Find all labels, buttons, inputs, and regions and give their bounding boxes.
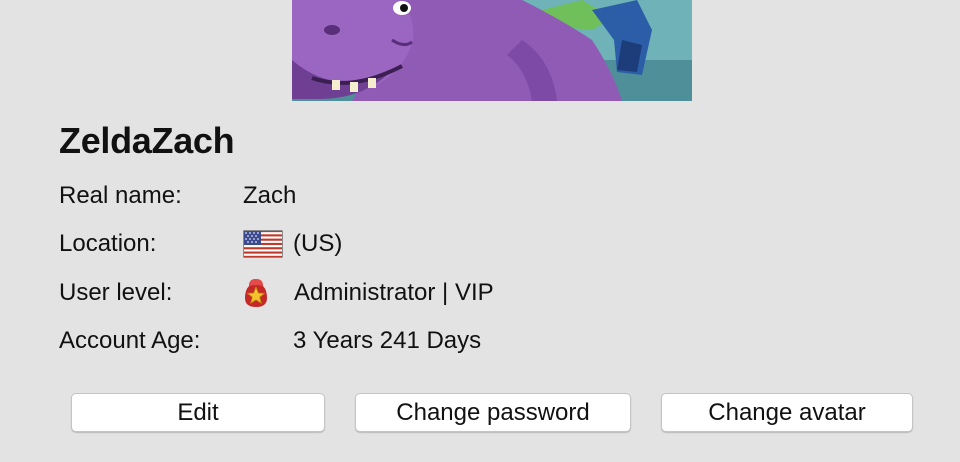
account-age-row: Account Age: 3 Years 241 Days: [59, 325, 659, 357]
user-level-value-group: Administrator | VIP: [243, 277, 494, 309]
change-avatar-button[interactable]: Change avatar: [661, 393, 913, 432]
change-password-button[interactable]: Change password: [355, 393, 631, 432]
location-label: Location:: [59, 230, 157, 257]
user-level-value: Administrator | VIP: [294, 279, 494, 306]
real-name-row: Real name: Zach: [59, 180, 659, 212]
avatar-image: [292, 0, 692, 101]
edit-button[interactable]: Edit: [71, 393, 325, 432]
account-age-value: 3 Years 241 Days: [293, 327, 482, 354]
real-name-label: Real name:: [59, 182, 182, 209]
user-level-label: User level:: [59, 279, 173, 306]
real-name-value: Zach: [243, 182, 297, 209]
account-age-label: Account Age:: [59, 327, 201, 354]
us-flag-icon: [243, 230, 283, 258]
user-profile-panel: ZeldaZach Real name: Zach Location: (US)…: [0, 0, 960, 462]
username-heading: ZeldaZach: [59, 120, 235, 161]
user-level-row: User level: Administrator | VIP: [59, 277, 659, 309]
location-value: (US): [293, 230, 343, 257]
location-row: Location: (US): [59, 228, 659, 260]
admin-badge-icon: [243, 278, 269, 308]
location-value-group: (US): [243, 228, 342, 260]
